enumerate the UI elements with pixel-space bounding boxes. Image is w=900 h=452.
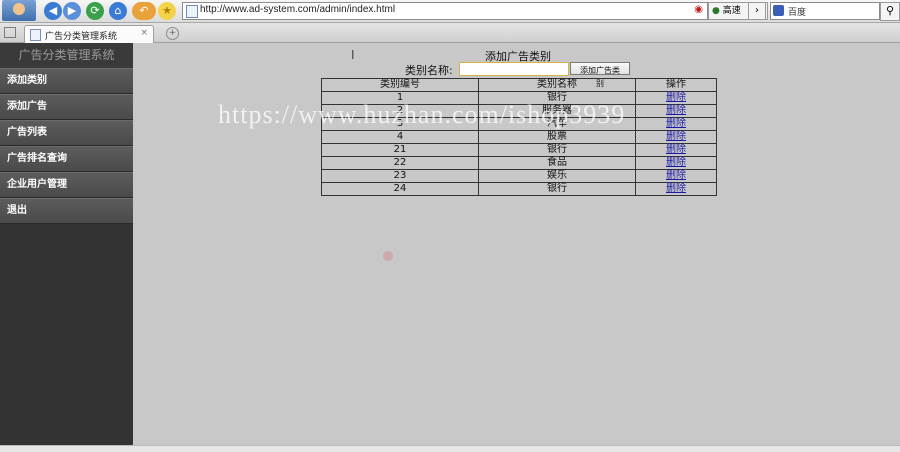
table-row: 21 银行 删除 xyxy=(321,143,717,157)
security-shield-icon[interactable]: ◉ xyxy=(694,4,703,15)
search-icon[interactable]: ⚲ xyxy=(880,2,900,21)
add-category-button[interactable]: 添加广告类别 xyxy=(570,62,630,88)
category-name: 食品 xyxy=(478,156,636,170)
category-id: 24 xyxy=(321,182,479,196)
globe-icon: ● xyxy=(712,6,720,16)
user-avatar-icon[interactable] xyxy=(2,0,36,21)
undo-icon[interactable]: ↶ xyxy=(132,2,156,20)
sidebar-item-ad-ranking[interactable]: 广告排名查询 xyxy=(0,146,133,172)
table-row: 4 股票 删除 xyxy=(321,130,717,144)
category-id: 22 xyxy=(321,156,479,170)
back-icon[interactable]: ◀ xyxy=(44,2,62,20)
sidebar: 广告分类管理系统 添加类别 添加广告 广告列表 广告排名查询 企业用户管理 退出 xyxy=(0,43,133,451)
table-row: 3 汽车 删除 xyxy=(321,117,717,131)
page-icon xyxy=(186,5,198,18)
sidebar-item-add-category[interactable]: 添加类别 xyxy=(0,68,133,94)
address-url[interactable]: http://www.ad-system.com/admin/index.htm… xyxy=(200,4,395,15)
category-name: 汽车 xyxy=(478,117,636,131)
category-name-input[interactable] xyxy=(459,62,569,76)
tab-title: 广告分类管理系统 xyxy=(45,32,118,42)
forward-icon[interactable]: ▶ xyxy=(63,2,81,20)
category-id: 2 xyxy=(321,104,479,118)
category-table: 类别编号 类别名称 操作 1 银行 删除 2 服务器 删除 3 汽车 删除 4 … xyxy=(321,78,717,196)
table-row: 22 食品 删除 xyxy=(321,156,717,170)
text-cursor-icon: I xyxy=(351,48,355,62)
category-name-label: 类别名称: xyxy=(405,64,453,77)
delete-link[interactable]: 删除 xyxy=(666,118,686,129)
page-icon xyxy=(30,29,41,41)
search-box[interactable]: 百度 xyxy=(770,2,880,20)
category-id: 1 xyxy=(321,91,479,105)
category-id: 23 xyxy=(321,169,479,183)
delete-link[interactable]: 删除 xyxy=(666,131,686,142)
category-name: 娱乐 xyxy=(478,169,636,183)
home-icon[interactable]: ⌂ xyxy=(109,2,127,20)
new-tab-icon[interactable]: + xyxy=(166,27,179,40)
favorite-star-icon[interactable]: ★ xyxy=(158,2,176,20)
refresh-icon[interactable]: ⟳ xyxy=(86,2,104,20)
delete-link[interactable]: 删除 xyxy=(666,105,686,116)
category-id: 21 xyxy=(321,143,479,157)
search-input[interactable]: 百度 xyxy=(788,5,806,18)
cursor-highlight xyxy=(383,251,393,261)
address-bar[interactable]: http://www.ad-system.com/admin/index.htm… xyxy=(182,2,708,20)
column-header-name: 类别名称 xyxy=(478,78,636,92)
delete-link[interactable]: 删除 xyxy=(666,157,686,168)
table-row: 1 银行 删除 xyxy=(321,91,717,105)
main-content: I 添加广告类别 类别名称: 添加广告类别 类别编号 类别名称 操作 1 银行 … xyxy=(133,43,900,445)
delete-link[interactable]: 删除 xyxy=(666,170,686,181)
category-name: 服务器 xyxy=(478,104,636,118)
go-label: 高速 xyxy=(722,6,741,16)
sidebar-item-logout[interactable]: 退出 xyxy=(0,198,133,224)
sidebar-item-add-ad[interactable]: 添加广告 xyxy=(0,94,133,120)
sidebar-item-ad-list[interactable]: 广告列表 xyxy=(0,120,133,146)
category-name: 银行 xyxy=(478,182,636,196)
category-name: 银行 xyxy=(478,143,636,157)
close-icon[interactable]: × xyxy=(140,28,148,38)
table-row: 2 服务器 删除 xyxy=(321,104,717,118)
table-row: 23 娱乐 删除 xyxy=(321,169,717,183)
column-header-action: 操作 xyxy=(635,78,717,92)
browser-toolbar: ◀ ▶ ⟳ ⌂ ↶ ★ http://www.ad-system.com/adm… xyxy=(0,0,900,23)
sidebar-item-enterprise-users[interactable]: 企业用户管理 xyxy=(0,172,133,198)
category-id: 4 xyxy=(321,130,479,144)
category-name: 股票 xyxy=(478,130,636,144)
table-row: 24 银行 删除 xyxy=(321,182,717,196)
tab-active[interactable]: 广告分类管理系统 × xyxy=(24,25,154,43)
chevron-right-icon[interactable]: › xyxy=(748,2,766,20)
category-id: 3 xyxy=(321,117,479,131)
delete-link[interactable]: 删除 xyxy=(666,183,686,194)
search-engine-icon[interactable] xyxy=(773,5,784,16)
sidebar-title: 广告分类管理系统 xyxy=(0,43,133,68)
delete-link[interactable]: 删除 xyxy=(666,144,686,155)
delete-link[interactable]: 删除 xyxy=(666,92,686,103)
category-name: 银行 xyxy=(478,91,636,105)
tab-bar: 广告分类管理系统 × + xyxy=(0,23,900,43)
column-header-id: 类别编号 xyxy=(321,78,479,92)
table-header-row: 类别编号 类别名称 操作 xyxy=(321,78,717,92)
sidebar-toggle-icon[interactable] xyxy=(4,27,16,38)
